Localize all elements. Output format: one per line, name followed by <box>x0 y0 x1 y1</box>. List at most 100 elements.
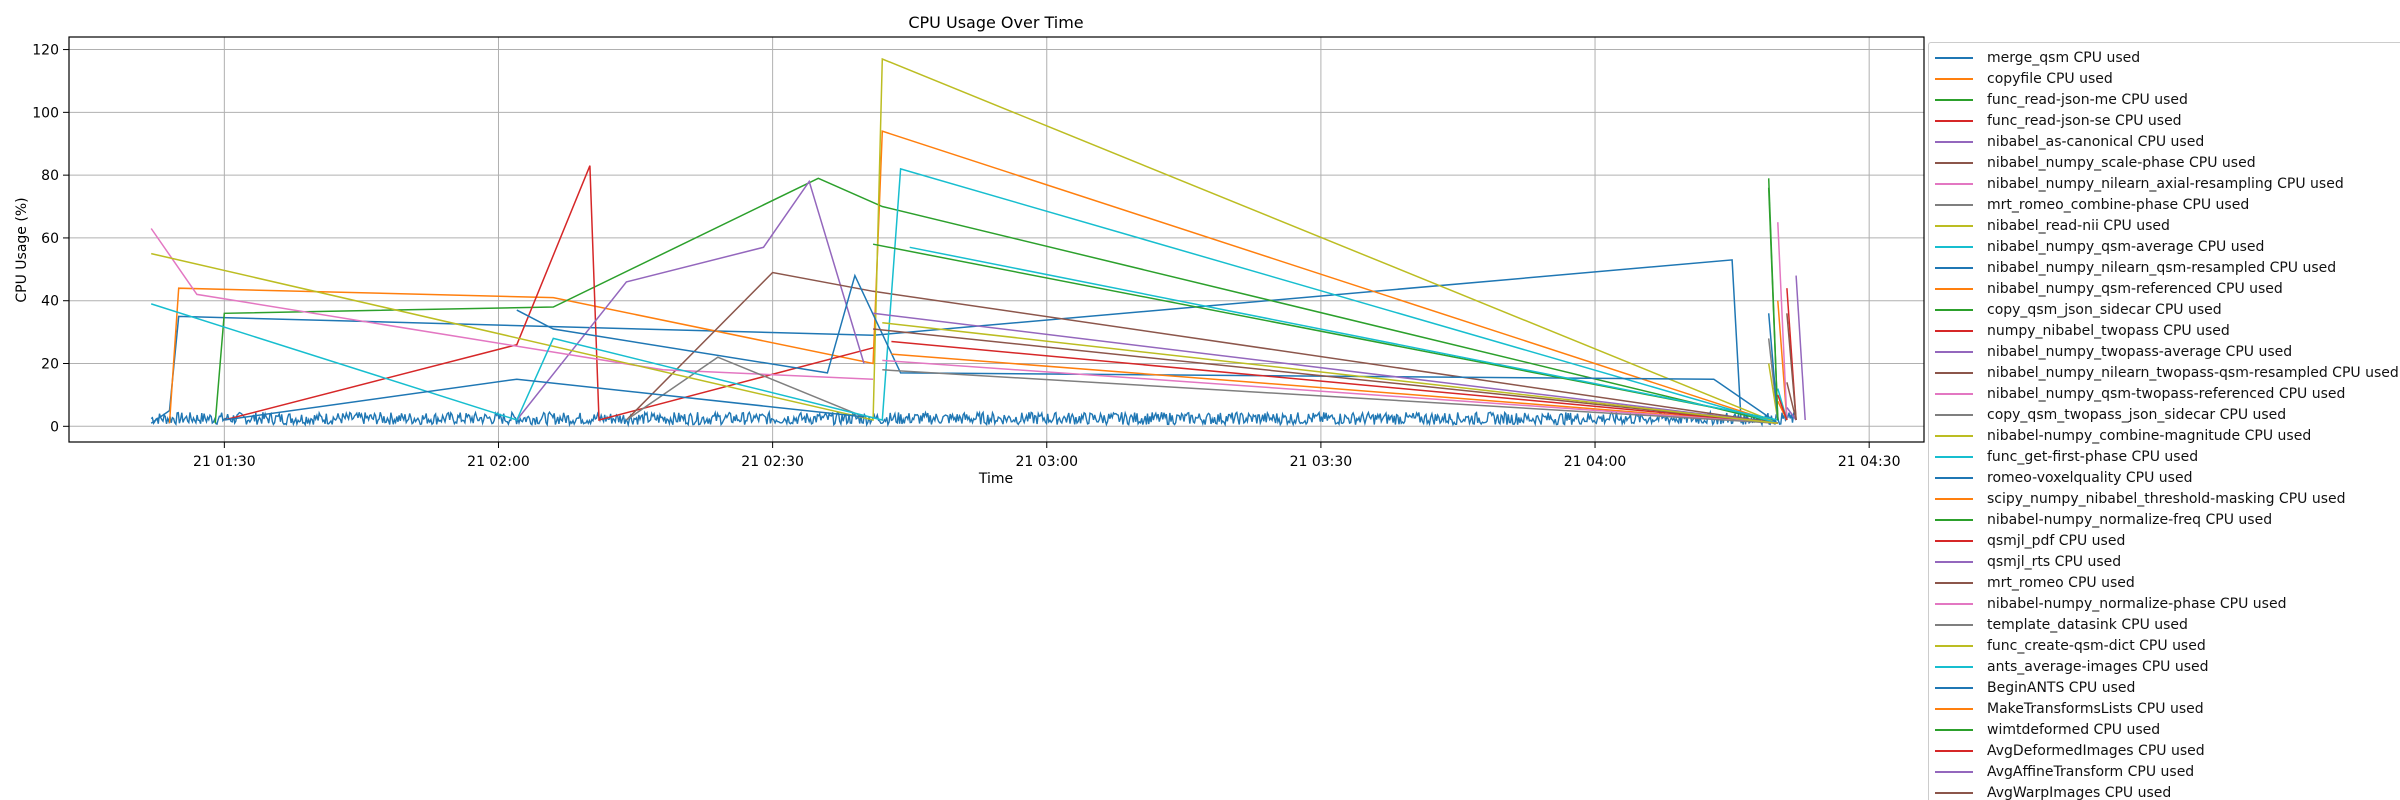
legend-item: nibabel-numpy_combine-magnitude CPU used <box>1935 425 2400 446</box>
legend-swatch <box>1935 245 1973 248</box>
legend-swatch <box>1935 434 1973 437</box>
legend-item: ants_average-images CPU used <box>1935 656 2400 677</box>
legend-item: func_create-qsm-dict CPU used <box>1935 635 2400 656</box>
legend-item: copy_qsm_json_sidecar CPU used <box>1935 299 2400 320</box>
legend-label: qsmjl_rts CPU used <box>1987 553 2122 570</box>
legend-item: nibabel_numpy_nilearn_twopass-qsm-resamp… <box>1935 362 2400 383</box>
legend-swatch <box>1935 98 1973 101</box>
legend-item: qsmjl_rts CPU used <box>1935 551 2400 572</box>
legend-label: nibabel_numpy_scale-phase CPU used <box>1987 154 2256 171</box>
legend-label: MakeTransformsLists CPU used <box>1987 700 2204 717</box>
legend-swatch <box>1935 413 1973 416</box>
legend-swatch <box>1935 77 1973 80</box>
legend-label: wimtdeformed CPU used <box>1987 721 2161 738</box>
legend-label: romeo-voxelquality CPU used <box>1987 469 2193 486</box>
legend-label: copyfile CPU used <box>1987 70 2113 87</box>
legend-swatch <box>1935 182 1973 185</box>
legend-label: AvgWarpImages CPU used <box>1987 784 2172 800</box>
legend-swatch <box>1935 266 1973 269</box>
legend-label: AvgAffineTransform CPU used <box>1987 763 2195 780</box>
plot-area <box>69 37 1924 442</box>
legend-label: qsmjl_pdf CPU used <box>1987 532 2126 549</box>
legend-label: copy_qsm_twopass_json_sidecar CPU used <box>1987 406 2287 423</box>
y-tick-label: 20 <box>41 357 59 373</box>
x-tick-label: 21 03:30 <box>1290 454 1353 470</box>
legend-item: BeginANTS CPU used <box>1935 677 2400 698</box>
legend: merge_qsm CPU used copyfile CPU used func_… <box>1928 42 2400 800</box>
legend-label: func_get-first-phase CPU used <box>1987 448 2199 465</box>
x-tick-label: 21 04:00 <box>1564 454 1627 470</box>
legend-swatch <box>1935 371 1973 374</box>
x-axis-label: Time <box>978 471 1013 487</box>
legend-label: nibabel_numpy_nilearn_qsm-resampled CPU … <box>1987 259 2337 276</box>
legend-label: nibabel-numpy_combine-magnitude CPU used <box>1987 427 2312 444</box>
legend-item: nibabel_numpy_nilearn_qsm-resampled CPU … <box>1935 257 2400 278</box>
y-tick-label: 60 <box>41 231 59 247</box>
legend-swatch <box>1935 644 1973 647</box>
legend-item: nibabel-numpy_normalize-phase CPU used <box>1935 593 2400 614</box>
x-tick-label: 21 01:30 <box>193 454 256 470</box>
legend-item: nibabel_read-nii CPU used <box>1935 215 2400 236</box>
legend-item: nibabel-numpy_normalize-freq CPU used <box>1935 509 2400 530</box>
legend-label: copy_qsm_json_sidecar CPU used <box>1987 301 2222 318</box>
legend-item: qsmjl_pdf CPU used <box>1935 530 2400 551</box>
legend-item: nibabel_numpy_qsm-twopass-referenced CPU… <box>1935 383 2400 404</box>
legend-item: func_read-json-me CPU used <box>1935 89 2400 110</box>
legend-label: nibabel_as-canonical CPU used <box>1987 133 2205 150</box>
legend-item: numpy_nibabel_twopass CPU used <box>1935 320 2400 341</box>
y-tick-label: 0 <box>50 419 59 435</box>
legend-swatch <box>1935 770 1973 773</box>
legend-swatch <box>1935 707 1973 710</box>
legend-swatch <box>1935 791 1973 794</box>
legend-label: nibabel_numpy_twopass-average CPU used <box>1987 343 2293 360</box>
legend-swatch <box>1935 287 1973 290</box>
legend-item: func_get-first-phase CPU used <box>1935 446 2400 467</box>
legend-swatch <box>1935 224 1973 227</box>
legend-label: func_create-qsm-dict CPU used <box>1987 637 2206 654</box>
legend-swatch <box>1935 329 1973 332</box>
legend-label: nibabel_numpy_nilearn_axial-resampling C… <box>1987 175 2344 192</box>
legend-swatch <box>1935 728 1973 731</box>
legend-item: nibabel_numpy_qsm-average CPU used <box>1935 236 2400 257</box>
legend-swatch <box>1935 140 1973 143</box>
legend-item: mrt_romeo_combine-phase CPU used <box>1935 194 2400 215</box>
legend-swatch <box>1935 623 1973 626</box>
legend-swatch <box>1935 581 1973 584</box>
legend-item: merge_qsm CPU used <box>1935 47 2400 68</box>
x-axis-ticks: 21 01:30 21 02:00 21 02:30 21 03:00 21 03:30… <box>193 442 1900 470</box>
legend-label: nibabel_numpy_qsm-twopass-referenced CPU… <box>1987 385 2346 402</box>
legend-item: wimtdeformed CPU used <box>1935 719 2400 740</box>
legend-item: template_datasink CPU used <box>1935 614 2400 635</box>
legend-label: nibabel-numpy_normalize-freq CPU used <box>1987 511 2273 528</box>
x-tick-label: 21 03:00 <box>1015 454 1078 470</box>
x-tick-label: 21 04:30 <box>1838 454 1901 470</box>
legend-swatch <box>1935 539 1973 542</box>
legend-label: mrt_romeo_combine-phase CPU used <box>1987 196 2250 213</box>
legend-label: BeginANTS CPU used <box>1987 679 2136 696</box>
legend-item: func_read-json-se CPU used <box>1935 110 2400 131</box>
legend-label: AvgDeformedImages CPU used <box>1987 742 2205 759</box>
legend-swatch <box>1935 161 1973 164</box>
legend-label: nibabel_read-nii CPU used <box>1987 217 2170 234</box>
legend-label: nibabel_numpy_nilearn_twopass-qsm-resamp… <box>1987 364 2399 381</box>
legend-label: ants_average-images CPU used <box>1987 658 2209 675</box>
legend-label: merge_qsm CPU used <box>1987 49 2141 66</box>
legend-label: numpy_nibabel_twopass CPU used <box>1987 322 2230 339</box>
y-tick-label: 40 <box>41 294 59 310</box>
legend-item: MakeTransformsLists CPU used <box>1935 698 2400 719</box>
legend-swatch <box>1935 56 1973 59</box>
legend-item: AvgAffineTransform CPU used <box>1935 761 2400 782</box>
legend-label: func_read-json-se CPU used <box>1987 112 2182 129</box>
y-axis-label: CPU Usage (%) <box>14 197 30 302</box>
legend-label: mrt_romeo CPU used <box>1987 574 2135 591</box>
legend-item: AvgDeformedImages CPU used <box>1935 740 2400 761</box>
chart-title: CPU Usage Over Time <box>908 13 1083 32</box>
legend-label: scipy_numpy_nibabel_threshold-masking CP… <box>1987 490 2346 507</box>
legend-label: nibabel_numpy_qsm-average CPU used <box>1987 238 2265 255</box>
legend-item: nibabel_numpy_scale-phase CPU used <box>1935 152 2400 173</box>
legend-swatch <box>1935 560 1973 563</box>
legend-label: func_read-json-me CPU used <box>1987 91 2188 108</box>
legend-item: nibabel_as-canonical CPU used <box>1935 131 2400 152</box>
legend-swatch <box>1935 518 1973 521</box>
legend-label: template_datasink CPU used <box>1987 616 2188 633</box>
